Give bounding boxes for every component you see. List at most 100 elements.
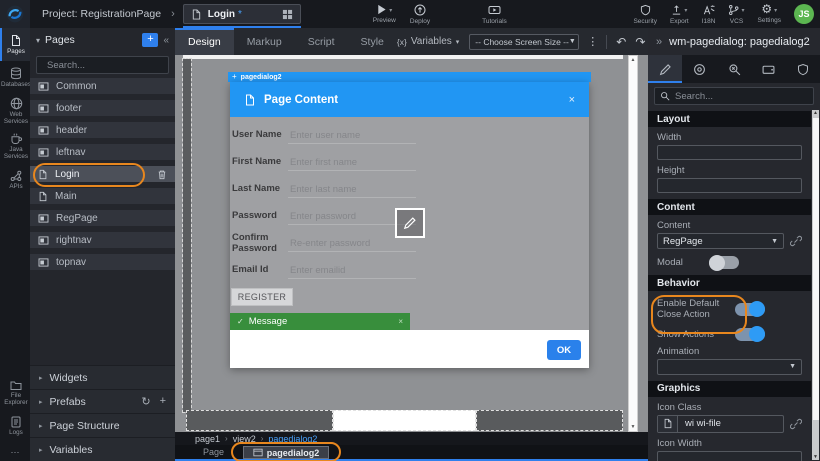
section-prefabs[interactable]: ▸ Prefabs ↻ + bbox=[30, 389, 175, 413]
scroll-up-icon[interactable]: ▲ bbox=[629, 57, 637, 63]
rail-item-file-explorer[interactable]: File Explorer bbox=[0, 377, 30, 410]
undo-icon[interactable]: ↶ bbox=[616, 36, 626, 48]
modal-toggle[interactable] bbox=[709, 256, 739, 269]
section-widgets[interactable]: ▸ Widgets bbox=[30, 365, 175, 389]
icon-class-input-group[interactable]: wi wi-file bbox=[657, 415, 784, 433]
i18n-button[interactable]: I18N bbox=[702, 4, 716, 25]
height-input[interactable] bbox=[657, 178, 802, 193]
tab-design[interactable]: Design bbox=[175, 28, 234, 55]
page-item-footer[interactable]: footer bbox=[30, 100, 175, 116]
design-canvas[interactable]: + pagedialog2 Page Content × User Name bbox=[175, 55, 648, 432]
open-page-tab[interactable]: Login * bbox=[183, 4, 301, 24]
bind-link-icon[interactable] bbox=[790, 235, 802, 247]
panel-expand-icon[interactable]: » bbox=[656, 36, 662, 48]
tab-style[interactable]: Style bbox=[348, 28, 397, 55]
vcs-button[interactable]: ▾ VCS bbox=[728, 4, 744, 25]
page-leftnav-strip[interactable] bbox=[183, 59, 191, 412]
page-item-main[interactable]: Main bbox=[30, 188, 175, 204]
tab-markup[interactable]: Markup bbox=[234, 28, 295, 55]
page-item-leftnav[interactable]: leftnav bbox=[30, 144, 175, 160]
scroll-down-icon[interactable]: ▼ bbox=[812, 454, 819, 460]
rail-item-logs[interactable]: Logs bbox=[0, 410, 30, 443]
footer-center-cell[interactable] bbox=[333, 410, 476, 431]
show-actions-toggle[interactable] bbox=[735, 328, 765, 341]
email-field[interactable] bbox=[288, 263, 416, 279]
page-item-common[interactable]: Common bbox=[30, 78, 175, 94]
add-prefab-icon[interactable]: + bbox=[160, 395, 166, 408]
preview-button[interactable]: ▾ Preview bbox=[373, 4, 396, 24]
wavemaker-logo[interactable] bbox=[0, 0, 30, 28]
settings-caret-icon[interactable]: ▾ bbox=[774, 7, 777, 14]
dialog-header[interactable]: Page Content × bbox=[230, 82, 589, 117]
canvas-scrollbar[interactable]: ▲ ▼ bbox=[628, 55, 638, 432]
chevron-right-icon[interactable]: › bbox=[171, 8, 175, 20]
page-item-regpage[interactable]: RegPage bbox=[30, 210, 175, 226]
tab-security[interactable] bbox=[786, 55, 820, 83]
pages-grid-icon[interactable] bbox=[282, 9, 293, 20]
add-page-button[interactable]: + bbox=[142, 33, 158, 47]
icon-width-input[interactable] bbox=[657, 451, 802, 461]
redo-icon[interactable]: ↷ bbox=[635, 36, 645, 48]
content-select[interactable]: RegPage ▼ bbox=[657, 233, 784, 249]
footer-right-cell[interactable] bbox=[476, 410, 623, 431]
username-field[interactable] bbox=[288, 128, 416, 144]
screen-size-select[interactable]: -- Choose Screen Size -- ▼ bbox=[469, 34, 579, 50]
widget-selection-bar[interactable]: + pagedialog2 bbox=[228, 72, 591, 82]
scroll-up-icon[interactable]: ▲ bbox=[812, 110, 819, 116]
section-page-structure[interactable]: ▸ Page Structure bbox=[30, 413, 175, 437]
tab-inspect[interactable] bbox=[717, 55, 751, 83]
page-item-topnav[interactable]: topnav bbox=[30, 254, 175, 270]
settings-button[interactable]: ⚙ ▾ Settings bbox=[758, 4, 782, 24]
rail-item-web-services[interactable]: Web Services bbox=[0, 94, 30, 129]
tab-device[interactable] bbox=[751, 55, 785, 83]
section-content[interactable]: Content bbox=[648, 199, 811, 215]
properties-search[interactable] bbox=[654, 87, 814, 105]
export-button[interactable]: ▾ Export bbox=[670, 4, 689, 25]
variables-menu[interactable]: {x} Variables ▾ bbox=[397, 36, 459, 47]
close-action-toggle[interactable] bbox=[735, 303, 765, 316]
breadcrumb-page1[interactable]: page1 bbox=[195, 434, 220, 444]
kebab-menu-icon[interactable]: ⋮ bbox=[587, 35, 598, 48]
message-close-icon[interactable]: × bbox=[398, 317, 403, 326]
animation-select[interactable]: ▼ bbox=[657, 359, 802, 375]
tab-script[interactable]: Script bbox=[295, 28, 348, 55]
properties-search-input[interactable] bbox=[675, 91, 808, 102]
rail-item-apis[interactable]: APIs bbox=[0, 164, 30, 197]
section-behavior[interactable]: Behavior bbox=[648, 275, 811, 291]
vcs-caret-icon[interactable]: ▾ bbox=[741, 7, 744, 14]
page-item-rightnav[interactable]: rightnav bbox=[30, 232, 175, 248]
tab-styles[interactable] bbox=[682, 55, 716, 83]
register-button[interactable]: REGISTER bbox=[231, 288, 293, 306]
page-item-login[interactable]: Login bbox=[30, 166, 175, 182]
collapse-caret-icon[interactable]: ▾ bbox=[36, 36, 40, 45]
edit-overlay-button[interactable] bbox=[395, 208, 425, 238]
section-graphics[interactable]: Graphics bbox=[648, 381, 811, 397]
page-item-header[interactable]: header bbox=[30, 122, 175, 138]
panel-collapse-icon[interactable]: « bbox=[163, 35, 169, 46]
breadcrumb-pagedialog2[interactable]: pagedialog2 bbox=[268, 434, 317, 444]
pagedialog2-tab[interactable]: pagedialog2 bbox=[243, 446, 329, 459]
rail-item-databases[interactable]: Databases bbox=[0, 61, 30, 94]
breadcrumb-view2[interactable]: view2 bbox=[233, 434, 256, 444]
section-variables[interactable]: ▸ Variables bbox=[30, 437, 175, 461]
deploy-button[interactable]: Deploy bbox=[410, 4, 430, 25]
lastname-field[interactable] bbox=[288, 182, 416, 198]
user-avatar[interactable]: JS bbox=[794, 4, 814, 24]
width-input[interactable] bbox=[657, 145, 802, 160]
more-options-icon[interactable]: ⋯ bbox=[0, 443, 30, 461]
properties-scrollbar[interactable]: ▲ ▼ bbox=[812, 110, 819, 460]
refresh-icon[interactable]: ↻ bbox=[141, 395, 150, 408]
tab-properties[interactable] bbox=[648, 55, 682, 83]
preview-caret-icon[interactable]: ▾ bbox=[389, 7, 392, 14]
rail-item-java-services[interactable]: Java Services bbox=[0, 129, 30, 164]
firstname-field[interactable] bbox=[288, 155, 416, 171]
security-button[interactable]: Security bbox=[633, 4, 656, 25]
ok-button[interactable]: OK bbox=[547, 340, 581, 360]
bind-link-icon[interactable] bbox=[790, 418, 802, 430]
scroll-down-icon[interactable]: ▼ bbox=[629, 424, 637, 430]
footer-left-cell[interactable] bbox=[186, 410, 333, 431]
pages-search-input[interactable] bbox=[47, 60, 179, 71]
message-toast[interactable]: ✓ Message × bbox=[230, 313, 410, 330]
section-layout[interactable]: Layout bbox=[648, 111, 811, 127]
export-caret-icon[interactable]: ▾ bbox=[684, 7, 687, 14]
